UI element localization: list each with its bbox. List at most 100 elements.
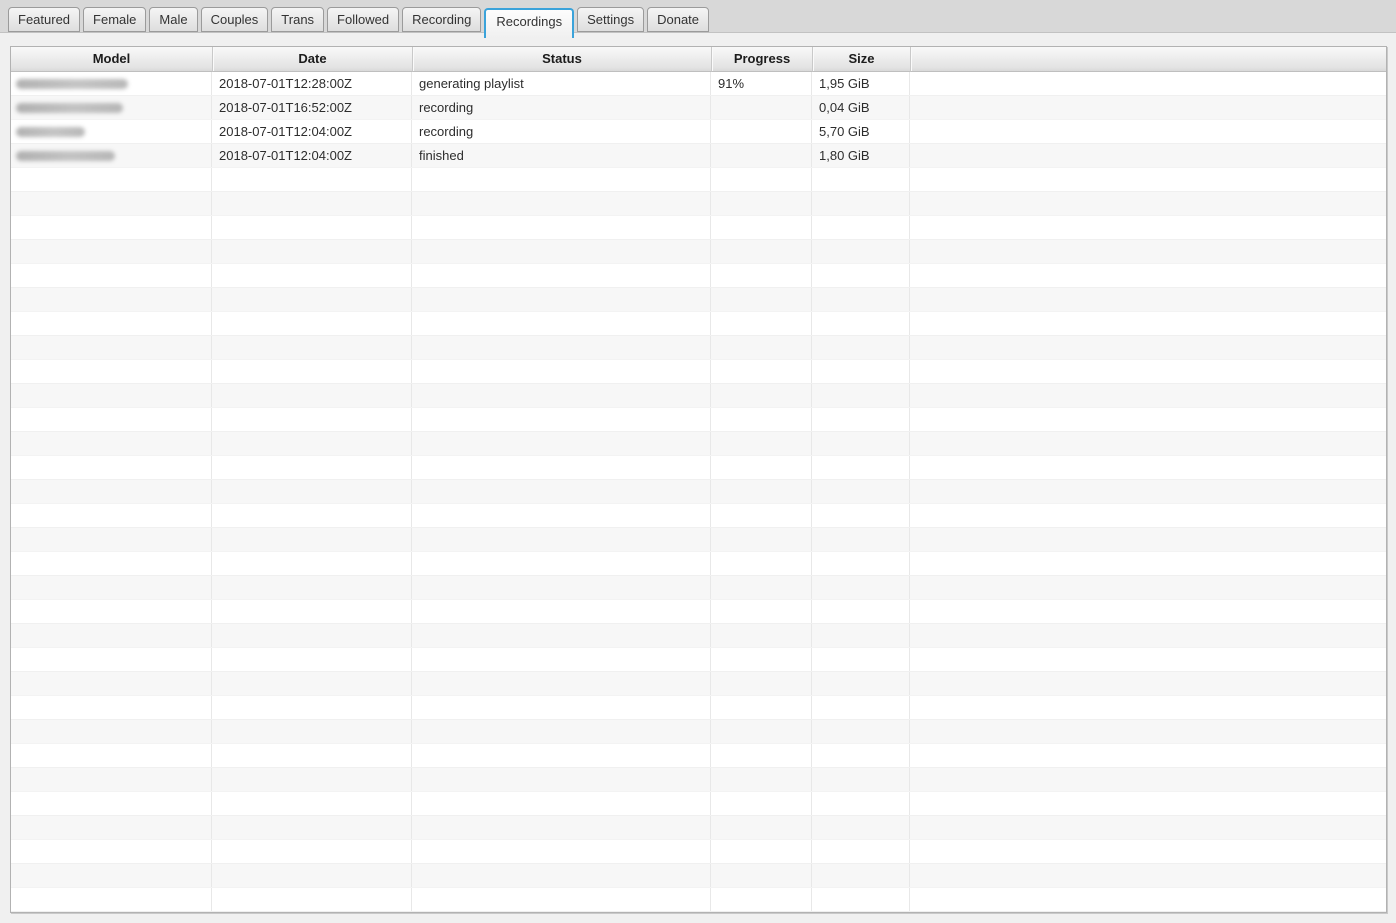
redacted-model-name — [16, 103, 123, 113]
column-header-model[interactable]: Model — [11, 47, 212, 72]
tab-recordings[interactable]: Recordings — [484, 8, 574, 38]
cell-date: 2018-07-01T12:04:00Z — [212, 120, 412, 143]
cell-filler — [910, 648, 1386, 671]
cell-progress — [711, 864, 812, 887]
cell-date — [212, 600, 412, 623]
cell-model — [11, 72, 212, 95]
cell-filler — [910, 696, 1386, 719]
cell-status — [412, 864, 711, 887]
cell-progress — [711, 408, 812, 431]
cell-size — [812, 336, 910, 359]
empty-row — [11, 792, 1386, 816]
empty-row — [11, 672, 1386, 696]
table-row[interactable]: 2018-07-01T12:04:00Zrecording5,70 GiB — [11, 120, 1386, 144]
cell-status: recording — [412, 120, 711, 143]
cell-status — [412, 480, 711, 503]
cell-model — [11, 648, 212, 671]
cell-size — [812, 816, 910, 839]
cell-filler — [910, 888, 1386, 911]
empty-row — [11, 576, 1386, 600]
cell-filler — [910, 576, 1386, 599]
cell-progress — [711, 888, 812, 911]
cell-date — [212, 504, 412, 527]
cell-model — [11, 168, 212, 191]
cell-model — [11, 840, 212, 863]
column-header-date[interactable]: Date — [212, 47, 412, 72]
cell-date — [212, 840, 412, 863]
cell-filler — [910, 672, 1386, 695]
cell-date: 2018-07-01T12:04:00Z — [212, 144, 412, 167]
column-header-size[interactable]: Size — [812, 47, 910, 72]
cell-filler — [910, 432, 1386, 455]
cell-model — [11, 240, 212, 263]
cell-status — [412, 840, 711, 863]
empty-row — [11, 168, 1386, 192]
tab-settings[interactable]: Settings — [577, 7, 644, 32]
cell-status — [412, 264, 711, 287]
cell-size — [812, 168, 910, 191]
cell-size — [812, 408, 910, 431]
tab-bar: FeaturedFemaleMaleCouplesTransFollowedRe… — [0, 0, 1396, 33]
tab-followed[interactable]: Followed — [327, 7, 399, 32]
cell-filler — [910, 552, 1386, 575]
column-header-status[interactable]: Status — [412, 47, 711, 72]
cell-progress — [711, 648, 812, 671]
cell-filler — [910, 240, 1386, 263]
cell-progress — [711, 144, 812, 167]
cell-size — [812, 888, 910, 911]
cell-size — [812, 432, 910, 455]
cell-size — [812, 528, 910, 551]
tab-trans[interactable]: Trans — [271, 7, 324, 32]
table-row[interactable]: 2018-07-01T12:28:00Zgenerating playlist9… — [11, 72, 1386, 96]
empty-row — [11, 480, 1386, 504]
cell-status — [412, 288, 711, 311]
redacted-model-name — [16, 79, 128, 89]
table-row[interactable]: 2018-07-01T12:04:00Zfinished1,80 GiB — [11, 144, 1386, 168]
cell-size — [812, 216, 910, 239]
cell-status — [412, 312, 711, 335]
cell-date — [212, 648, 412, 671]
cell-filler — [910, 408, 1386, 431]
cell-status — [412, 504, 711, 527]
cell-date — [212, 408, 412, 431]
recordings-table: ModelDateStatusProgressSize 2018-07-01T1… — [10, 46, 1387, 913]
empty-row — [11, 456, 1386, 480]
tab-featured[interactable]: Featured — [8, 7, 80, 32]
cell-status — [412, 552, 711, 575]
column-header-progress[interactable]: Progress — [711, 47, 812, 72]
cell-date — [212, 264, 412, 287]
cell-size — [812, 672, 910, 695]
cell-status — [412, 672, 711, 695]
cell-status — [412, 384, 711, 407]
cell-progress — [711, 432, 812, 455]
cell-progress — [711, 696, 812, 719]
cell-filler — [910, 768, 1386, 791]
tab-male[interactable]: Male — [149, 7, 197, 32]
empty-row — [11, 408, 1386, 432]
cell-status — [412, 888, 711, 911]
tab-recording[interactable]: Recording — [402, 7, 481, 32]
cell-progress — [711, 528, 812, 551]
cell-progress — [711, 768, 812, 791]
cell-status — [412, 336, 711, 359]
cell-date — [212, 792, 412, 815]
cell-model — [11, 480, 212, 503]
cell-model — [11, 288, 212, 311]
table-body: 2018-07-01T12:28:00Zgenerating playlist9… — [11, 72, 1386, 912]
tab-female[interactable]: Female — [83, 7, 146, 32]
cell-size — [812, 240, 910, 263]
cell-progress — [711, 336, 812, 359]
tab-donate[interactable]: Donate — [647, 7, 709, 32]
cell-model — [11, 624, 212, 647]
cell-filler — [910, 360, 1386, 383]
empty-row — [11, 432, 1386, 456]
cell-date — [212, 696, 412, 719]
tab-couples[interactable]: Couples — [201, 7, 269, 32]
empty-row — [11, 624, 1386, 648]
table-row[interactable]: 2018-07-01T16:52:00Zrecording0,04 GiB — [11, 96, 1386, 120]
cell-status — [412, 720, 711, 743]
cell-filler — [910, 744, 1386, 767]
cell-filler — [910, 312, 1386, 335]
cell-filler — [910, 144, 1386, 167]
cell-date — [212, 744, 412, 767]
